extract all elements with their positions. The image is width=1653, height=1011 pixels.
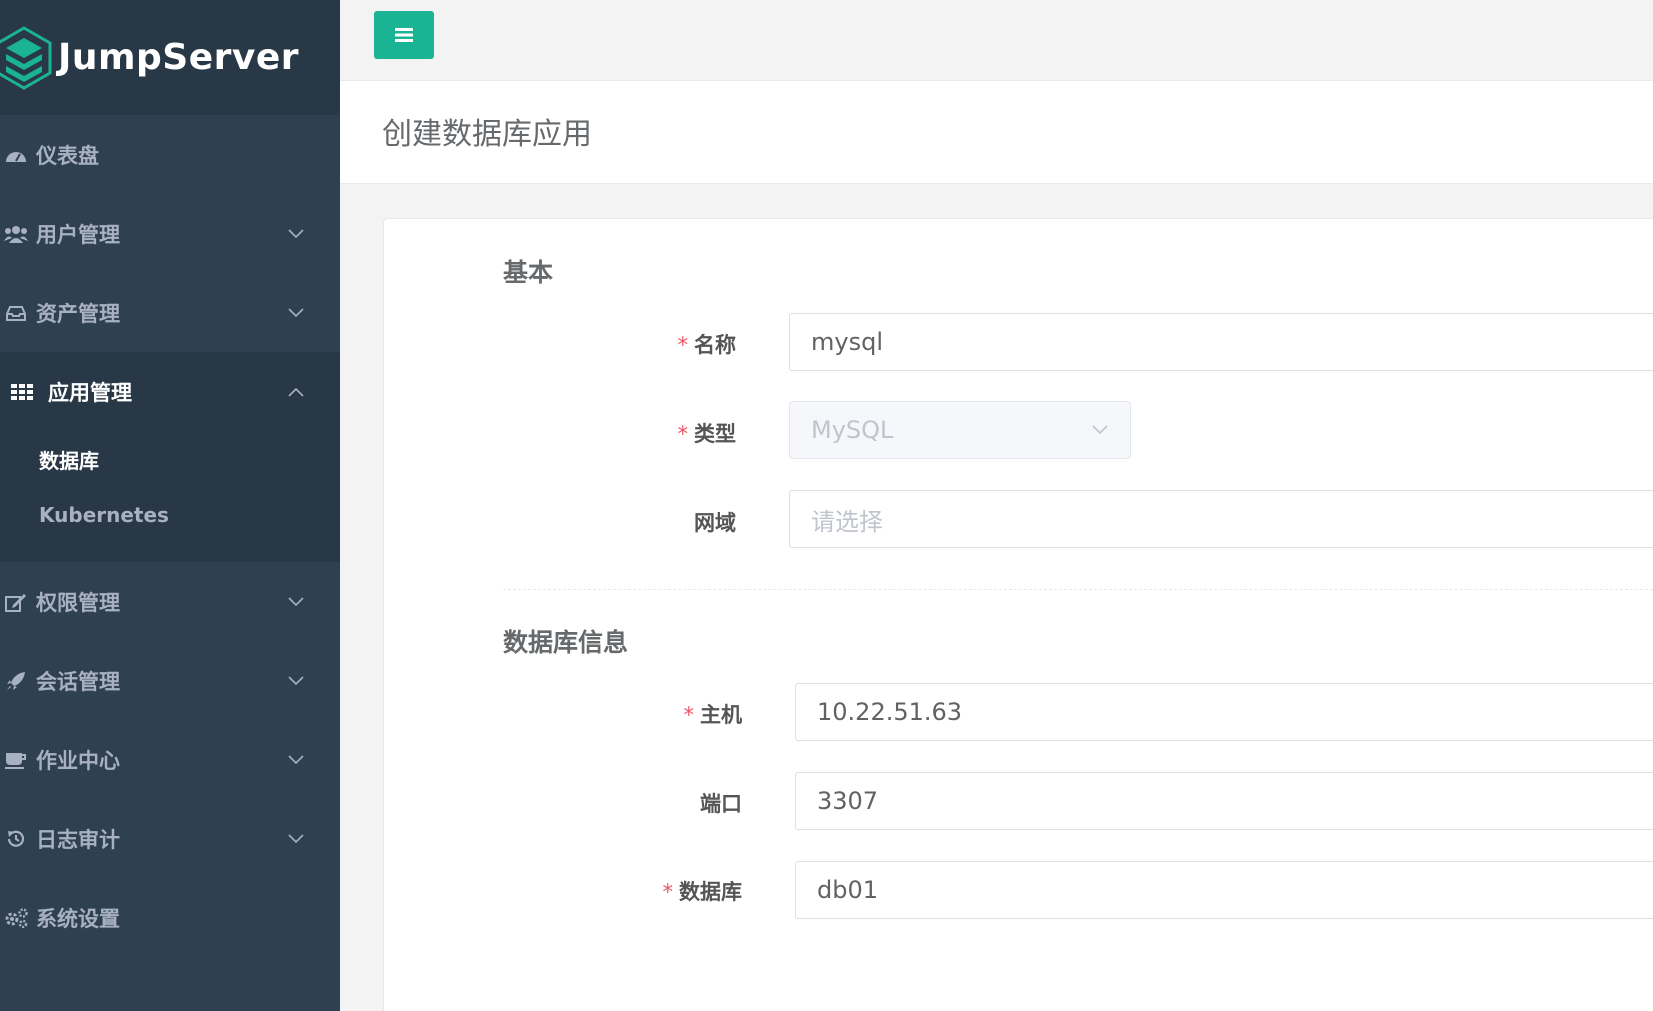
required-mark: * bbox=[662, 880, 674, 904]
sidebar-item-permissions[interactable]: 权限管理 bbox=[0, 562, 340, 641]
sidebar-item-settings[interactable]: 系统设置 bbox=[0, 878, 340, 957]
required-mark: * bbox=[677, 422, 689, 446]
sidebar-item-label: 权限管理 bbox=[36, 590, 120, 615]
sidebar-item-label: 系统设置 bbox=[36, 906, 120, 931]
sidebar-item-users[interactable]: 用户管理 bbox=[0, 194, 340, 273]
section-title-database-info: 数据库信息 bbox=[503, 628, 629, 657]
sidebar-item-assets[interactable]: 资产管理 bbox=[0, 273, 340, 352]
sidebar: JumpServer 仪表盘 用户管理 资产管理 应用管理 数据库 Kubern… bbox=[0, 0, 340, 1011]
host-label: * 主机 bbox=[683, 703, 743, 727]
required-mark: * bbox=[677, 333, 689, 357]
port-input[interactable]: 3307 bbox=[795, 772, 1653, 830]
sidebar-item-label: 用户管理 bbox=[36, 222, 120, 247]
database-input[interactable]: db01 bbox=[795, 861, 1653, 919]
chevron-down-icon bbox=[288, 833, 304, 843]
rocket-icon bbox=[0, 671, 34, 691]
menu-icon bbox=[395, 28, 413, 42]
sidebar-group-applications: 应用管理 数据库 Kubernetes bbox=[0, 352, 340, 562]
inbox-icon bbox=[0, 304, 34, 322]
domain-select[interactable]: 请选择 bbox=[789, 490, 1653, 548]
sidebar-item-label: 应用管理 bbox=[48, 381, 132, 405]
sidebar-item-label: 作业中心 bbox=[36, 748, 120, 773]
toggle-sidebar-button[interactable] bbox=[374, 11, 434, 59]
sidebar-item-sessions[interactable]: 会话管理 bbox=[0, 641, 340, 720]
chevron-down-icon bbox=[288, 675, 304, 685]
chevron-down-icon bbox=[1092, 425, 1108, 435]
logo-text: JumpServer bbox=[58, 37, 300, 78]
sidebar-item-applications[interactable]: 应用管理 bbox=[0, 352, 340, 432]
sidebar-item-audits[interactable]: 日志审计 bbox=[0, 799, 340, 878]
type-label: * 类型 bbox=[677, 422, 737, 446]
dashboard-icon bbox=[0, 146, 34, 164]
history-icon bbox=[0, 829, 34, 849]
top-navbar bbox=[340, 0, 1653, 81]
required-mark: * bbox=[683, 703, 695, 727]
host-input[interactable]: 10.22.51.63 bbox=[795, 683, 1653, 741]
domain-label: 网域 bbox=[694, 511, 736, 535]
name-label: * 名称 bbox=[677, 333, 737, 357]
sidebar-item-label: 日志审计 bbox=[36, 827, 120, 852]
chevron-down-icon bbox=[288, 754, 304, 764]
sidebar-item-jobs[interactable]: 作业中心 bbox=[0, 720, 340, 799]
name-input[interactable]: mysql bbox=[789, 313, 1653, 371]
grid-icon bbox=[4, 384, 40, 400]
chevron-down-icon bbox=[288, 307, 304, 317]
page-heading: 创建数据库应用 bbox=[340, 81, 1653, 184]
type-select[interactable]: MySQL bbox=[789, 401, 1131, 459]
gears-icon bbox=[0, 907, 34, 928]
port-label: 端口 bbox=[700, 792, 742, 816]
sidebar-item-dashboard[interactable]: 仪表盘 bbox=[0, 115, 340, 194]
edit-icon bbox=[0, 592, 34, 612]
chevron-down-icon bbox=[288, 596, 304, 606]
page-title: 创建数据库应用 bbox=[382, 117, 592, 152]
chevron-up-icon bbox=[288, 387, 304, 397]
sidebar-subitem-database[interactable]: 数据库 bbox=[0, 432, 340, 487]
logo-area: JumpServer bbox=[0, 0, 340, 115]
type-select-value: MySQL bbox=[811, 416, 894, 444]
sidebar-item-label: 会话管理 bbox=[36, 669, 120, 694]
jumpserver-logo-icon bbox=[0, 25, 52, 90]
section-divider bbox=[503, 589, 1653, 590]
database-label: * 数据库 bbox=[662, 880, 743, 904]
sidebar-item-label: 资产管理 bbox=[36, 301, 120, 326]
users-icon bbox=[0, 224, 34, 244]
form-card: 基本 * 名称 mysql * 类型 MySQL 网域 请选择 数据库信息 * 主机 … bbox=[383, 218, 1653, 1011]
coffee-icon bbox=[0, 751, 34, 769]
section-title-basic: 基本 bbox=[503, 258, 554, 287]
sidebar-subitem-kubernetes[interactable]: Kubernetes bbox=[0, 487, 340, 542]
sidebar-item-label: 仪表盘 bbox=[36, 143, 99, 168]
chevron-down-icon bbox=[288, 228, 304, 238]
